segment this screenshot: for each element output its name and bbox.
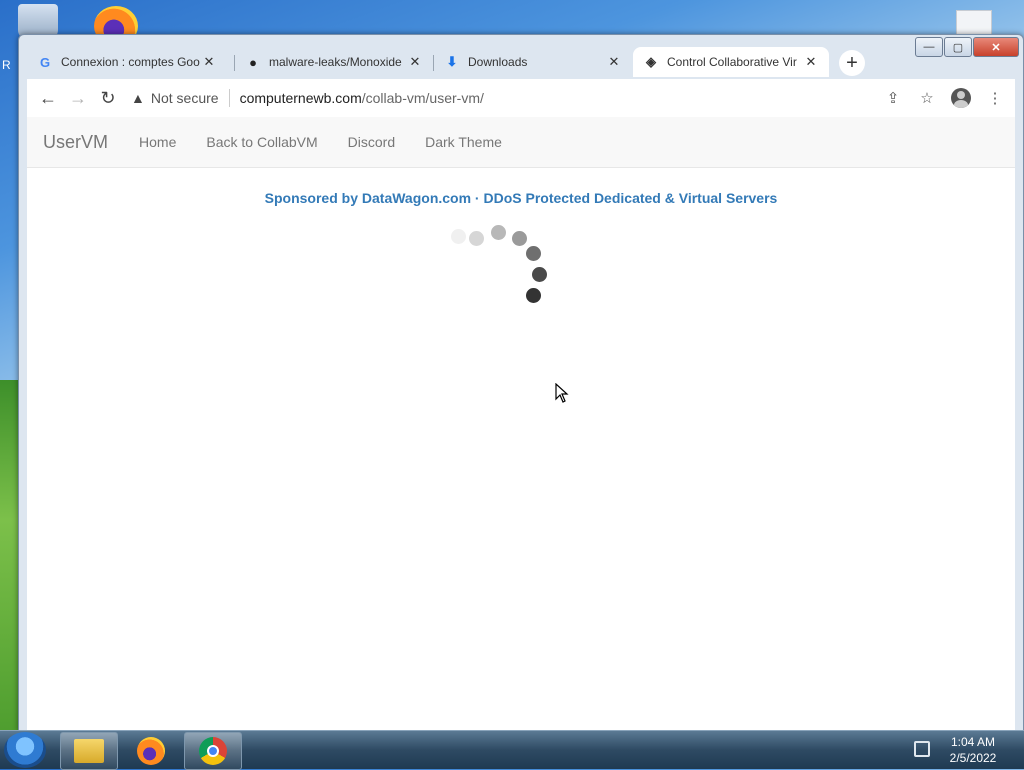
close-tab-icon[interactable]: ✕ [803,54,819,70]
firefox-icon [137,737,165,765]
close-tab-icon[interactable]: ✕ [407,54,423,70]
download-icon: ⬇ [446,54,458,69]
spinner-dot [532,267,547,282]
tab-strip: G Connexion : comptes Goo ✕ ● malware-le… [27,45,943,79]
site-navbar: UserVM Home Back to CollabVM Discord Dar… [27,117,1015,168]
security-status[interactable]: Not secure [151,90,219,106]
browser-toolbar: ← → ↻ ▲ Not secure computernewb.com/coll… [27,79,1015,117]
clock-date: 2/5/2022 [949,751,997,765]
share-icon[interactable]: ⇪ [879,84,907,112]
new-tab-button[interactable]: + [839,50,865,76]
avatar-icon [951,88,971,108]
maximize-button[interactable]: ▢ [944,37,972,57]
site-brand[interactable]: UserVM [43,132,108,153]
web-page: UserVM Home Back to CollabVM Discord Dar… [27,117,1015,731]
address-bar[interactable]: ▲ Not secure computernewb.com/collab-vm/… [131,83,879,113]
menu-kebab-icon[interactable]: ⋮ [981,84,1009,112]
back-button[interactable]: ← [33,83,63,113]
start-button[interactable] [4,732,46,768]
loading-spinner [27,117,1015,731]
chrome-icon [199,737,227,765]
tab-title: Downloads [468,55,528,69]
system-clock[interactable]: 1:04 AM 2/5/2022 [940,734,1006,766]
taskbar: 1:04 AM 2/5/2022 [0,730,1024,770]
reload-button[interactable]: ↻ [93,83,123,113]
nav-back-to-collabvm[interactable]: Back to CollabVM [191,134,332,150]
spinner-dot [526,288,541,303]
spinner-dot [526,246,541,261]
github-icon: ● [249,54,257,70]
toolbar-actions: ⇪ ☆ ⋮ [879,84,1009,112]
url-host: computernewb.com [239,90,362,106]
tab-google-signin[interactable]: G Connexion : comptes Goo ✕ [27,47,227,77]
spinner-dot [491,225,506,240]
tab-title: malware-leaks/Monoxide [269,55,402,69]
close-tab-icon[interactable]: ✕ [201,54,217,70]
taskbar-explorer[interactable] [60,732,118,770]
taskbar-firefox[interactable] [122,732,180,770]
collabvm-icon: ◈ [646,54,656,69]
spinner-dot [512,231,527,246]
google-icon: G [39,54,51,70]
taskbar-chrome[interactable] [184,732,242,770]
url-path: /collab-vm/user-vm/ [361,90,484,106]
browser-window: — ▢ ✕ G Connexion : comptes Goo ✕ ● malw… [18,34,1024,732]
warning-icon[interactable]: ▲ [131,90,145,106]
mouse-cursor-icon [555,383,569,403]
tab-github[interactable]: ● malware-leaks/Monoxide ✕ [235,47,433,77]
bookmark-star-icon[interactable]: ☆ [913,84,941,112]
tab-downloads[interactable]: ⬇ Downloads ✕ [434,47,632,77]
nav-home[interactable]: Home [124,134,191,150]
omnibox-divider [228,89,230,107]
clock-time: 1:04 AM [950,735,996,749]
close-window-button[interactable]: ✕ [973,37,1019,57]
desktop-label-fragment: R [2,58,11,72]
tab-title: Connexion : comptes Goo [61,55,200,69]
profile-button[interactable] [947,84,975,112]
network-tray-icon[interactable] [914,741,930,757]
forward-button[interactable]: → [63,83,93,113]
tab-collabvm[interactable]: ◈ Control Collaborative Vir ✕ [633,47,829,77]
nav-dark-theme[interactable]: Dark Theme [410,134,517,150]
spinner-dot [469,231,484,246]
explorer-icon [74,739,104,763]
sponsor-link[interactable]: Sponsored by DataWagon.com · DDoS Protec… [27,190,1015,206]
close-tab-icon[interactable]: ✕ [606,54,622,70]
tab-title: Control Collaborative Vir [667,55,797,69]
nav-discord[interactable]: Discord [333,134,410,150]
spinner-dot [451,229,466,244]
